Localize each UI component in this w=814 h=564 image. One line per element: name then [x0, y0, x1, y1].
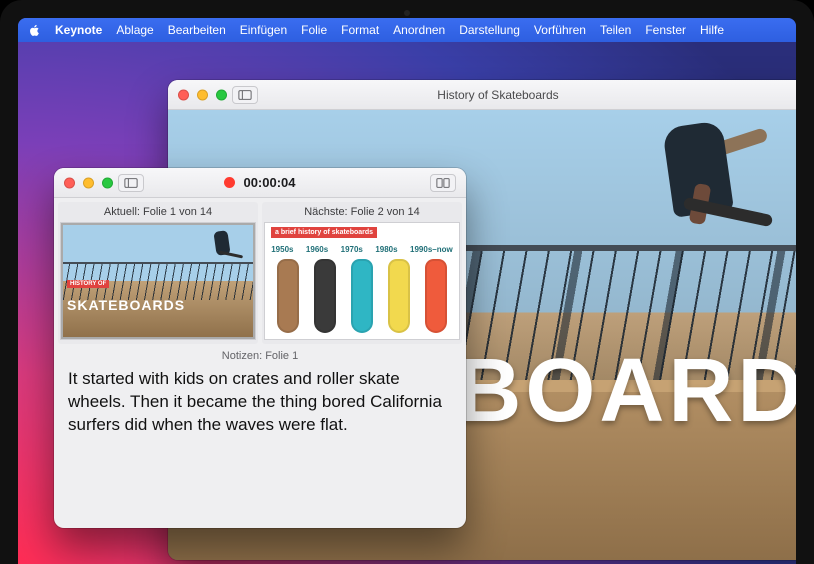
skateboard-icon [277, 259, 299, 333]
next-slide-thumbnail[interactable]: a brief history of skateboards 1950s 196… [264, 222, 460, 340]
skateboard-icon [425, 259, 447, 333]
skateboard-icon [388, 259, 410, 333]
decade-label: 1980s [375, 245, 397, 254]
decade-label: 1990s–now [410, 245, 453, 254]
close-button[interactable] [178, 89, 189, 100]
presenter-panes: Aktuell: Folie 1 von 14 HISTORY OF SKATE… [54, 198, 466, 344]
menubar: Keynote Ablage Bearbeiten Einfügen Folie… [18, 18, 796, 42]
menu-vorfuehren[interactable]: Vorführen [534, 23, 586, 37]
next-slide-label: Nächste: Folie 2 von 14 [262, 204, 462, 222]
thumb-headline: SKATEBOARDS [67, 297, 185, 313]
menu-format[interactable]: Format [341, 23, 379, 37]
decade-label: 1960s [306, 245, 328, 254]
record-indicator-icon[interactable] [224, 177, 235, 188]
slideshow-titlebar: History of Skateboards [168, 80, 796, 110]
maximize-button[interactable] [102, 177, 113, 188]
presenter-layout-button[interactable] [430, 174, 456, 192]
thumb-history-badge: HISTORY OF [67, 280, 109, 288]
current-slide-label: Aktuell: Folie 1 von 14 [58, 204, 258, 222]
minimize-button[interactable] [83, 177, 94, 188]
skateboard-row [265, 259, 459, 335]
menu-folie[interactable]: Folie [301, 23, 327, 37]
presenter-notes-body: It started with kids on crates and rolle… [54, 366, 466, 449]
apple-logo-icon[interactable] [28, 24, 41, 37]
menu-teilen[interactable]: Teilen [600, 23, 631, 37]
skateboard-icon [314, 259, 336, 333]
sidebar-toggle-button[interactable] [232, 86, 258, 104]
decade-label: 1970s [341, 245, 363, 254]
menu-fenster[interactable]: Fenster [645, 23, 686, 37]
menu-darstellung[interactable]: Darstellung [459, 23, 520, 37]
presenter-window: 00:00:04 Aktuell: Folie 1 von 14 HISTORY… [54, 168, 466, 528]
current-slide-pane: Aktuell: Folie 1 von 14 HISTORY OF SKATE… [58, 202, 258, 344]
presenter-notes-label: Notizen: Folie 1 [54, 344, 466, 366]
slideshow-title: History of Skateboards [437, 88, 558, 102]
desktop: Keynote Ablage Bearbeiten Einfügen Folie… [18, 18, 796, 564]
menu-app-name[interactable]: Keynote [55, 23, 102, 37]
presenter-titlebar: 00:00:04 [54, 168, 466, 198]
menu-einfuegen[interactable]: Einfügen [240, 23, 287, 37]
maximize-button[interactable] [216, 89, 227, 100]
close-button[interactable] [64, 177, 75, 188]
presenter-traffic-lights [64, 177, 113, 188]
decade-labels: 1950s 1960s 1970s 1980s 1990s–now [265, 245, 459, 254]
menu-bearbeiten[interactable]: Bearbeiten [168, 23, 226, 37]
menu-hilfe[interactable]: Hilfe [700, 23, 724, 37]
next-slide-title: a brief history of skateboards [271, 227, 377, 238]
next-slide-pane: Nächste: Folie 2 von 14 a brief history … [262, 202, 462, 344]
menu-ablage[interactable]: Ablage [116, 23, 153, 37]
slide-skater-graphic [648, 114, 796, 254]
minimize-button[interactable] [197, 89, 208, 100]
presenter-timer: 00:00:04 [243, 175, 295, 190]
slideshow-traffic-lights [178, 89, 227, 100]
skateboard-icon [351, 259, 373, 333]
layout-toggle-button[interactable] [118, 174, 144, 192]
decade-label: 1950s [271, 245, 293, 254]
laptop-frame: Keynote Ablage Bearbeiten Einfügen Folie… [0, 0, 814, 564]
menu-anordnen[interactable]: Anordnen [393, 23, 445, 37]
current-slide-thumbnail[interactable]: HISTORY OF SKATEBOARDS [60, 222, 256, 340]
